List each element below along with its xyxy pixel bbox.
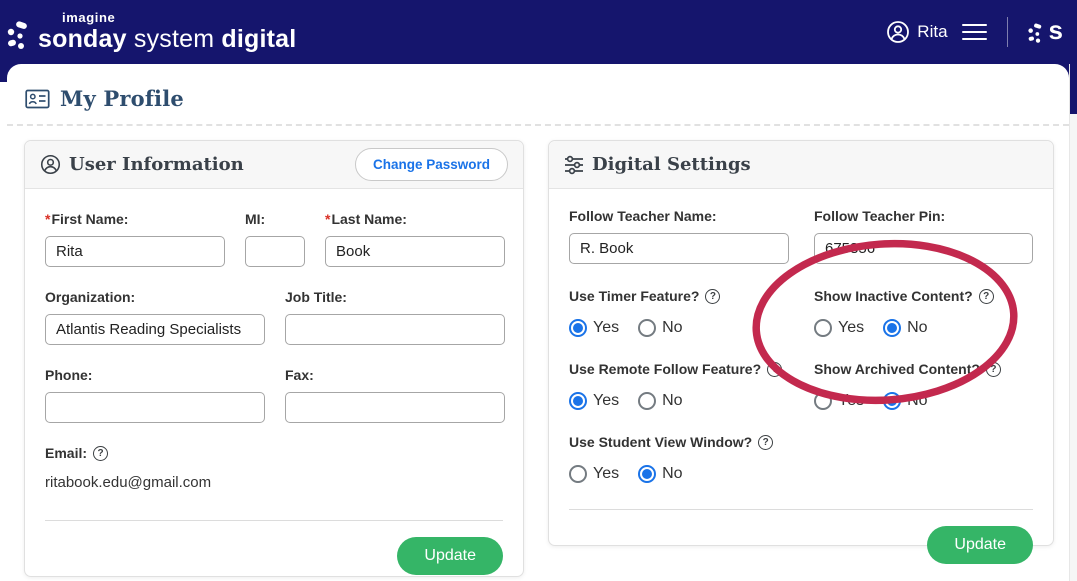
show-inactive-content-label: Show Inactive Content?? — [814, 288, 1033, 304]
student-view-no-radio[interactable]: No — [638, 465, 682, 483]
sliders-icon — [564, 155, 584, 175]
mini-logo-letter: s — [1049, 17, 1063, 47]
top-navigation-bar: imagine sonday system digital Rita — [0, 0, 1077, 64]
use-remote-follow-group: Use Remote Follow Feature?? Yes No — [569, 361, 814, 410]
scrollbar-thumb[interactable] — [1070, 64, 1077, 114]
digital-settings-update-button[interactable]: Update — [927, 526, 1033, 564]
email-help-icon[interactable]: ? — [93, 446, 108, 461]
use-timer-feature-label: Use Timer Feature?? — [569, 288, 814, 304]
organization-label: Organization: — [45, 289, 265, 305]
student-view-yes-radio[interactable]: Yes — [569, 465, 619, 483]
follow-teacher-name-input[interactable] — [569, 233, 789, 264]
archived-help-icon[interactable]: ? — [986, 362, 1001, 377]
first-name-label: *First Name: — [45, 211, 225, 227]
follow-teacher-name-label: Follow Teacher Name: — [569, 208, 814, 224]
hamburger-menu-icon[interactable] — [960, 20, 989, 44]
digital-settings-card: Digital Settings Follow Teacher Name: Fo… — [548, 140, 1054, 546]
email-label: Email: ? — [45, 445, 503, 461]
user-info-update-button[interactable]: Update — [397, 537, 503, 575]
inactive-no-radio[interactable]: No — [883, 319, 927, 337]
first-name-input[interactable] — [45, 236, 225, 267]
sonday-mark-small-icon — [1026, 15, 1046, 49]
use-student-view-group: Use Student View Window?? Yes No — [569, 434, 814, 483]
person-icon — [40, 154, 61, 175]
user-information-title: User Information — [69, 154, 244, 175]
page-header: My Profile — [7, 64, 1069, 111]
fax-input[interactable] — [285, 392, 505, 423]
use-timer-feature-group: Use Timer Feature?? Yes No — [569, 288, 814, 337]
brand-wordmark: sonday system digital — [38, 27, 296, 52]
inactive-help-icon[interactable]: ? — [979, 289, 994, 304]
phone-label: Phone: — [45, 367, 265, 383]
page-title: My Profile — [60, 86, 184, 111]
show-archived-content-group: Show Archived Content?? Yes No — [814, 361, 1033, 410]
job-title-label: Job Title: — [285, 289, 505, 305]
fax-label: Fax: — [285, 367, 505, 383]
phone-input[interactable] — [45, 392, 265, 423]
timer-yes-radio[interactable]: Yes — [569, 319, 619, 337]
use-remote-follow-label: Use Remote Follow Feature?? — [569, 361, 814, 377]
last-name-label: *Last Name: — [325, 211, 505, 227]
follow-teacher-pin-label: Follow Teacher Pin: — [814, 208, 1033, 224]
follow-teacher-pin-input[interactable] — [814, 233, 1033, 264]
digital-settings-left-column: Use Timer Feature?? Yes No Use Remote Fo… — [569, 264, 814, 483]
remote-no-radio[interactable]: No — [638, 392, 682, 410]
sonday-mark-icon — [4, 10, 34, 54]
archived-yes-radio[interactable]: Yes — [814, 392, 864, 410]
user-name: Rita — [917, 22, 947, 42]
last-name-input[interactable] — [325, 236, 505, 267]
page-panel: My Profile User Information Change Passw… — [7, 64, 1069, 581]
remote-yes-radio[interactable]: Yes — [569, 392, 619, 410]
job-title-input[interactable] — [285, 314, 505, 345]
user-information-header: User Information Change Password — [25, 141, 523, 189]
header-divider — [1007, 17, 1008, 47]
digital-settings-right-column: Show Inactive Content?? Yes No Show Arch… — [814, 264, 1033, 483]
inactive-yes-radio[interactable]: Yes — [814, 319, 864, 337]
sonday-mini-logo: s — [1026, 15, 1063, 49]
use-student-view-label: Use Student View Window?? — [569, 434, 814, 450]
user-information-card: User Information Change Password *First … — [24, 140, 524, 577]
scrollbar-track[interactable] — [1069, 64, 1077, 581]
timer-help-icon[interactable]: ? — [705, 289, 720, 304]
archived-no-radio[interactable]: No — [883, 392, 927, 410]
id-card-icon — [25, 88, 50, 110]
mi-label: MI: — [245, 211, 305, 227]
remote-help-icon[interactable]: ? — [767, 362, 782, 377]
digital-settings-title: Digital Settings — [592, 154, 751, 175]
change-password-button[interactable]: Change Password — [355, 148, 508, 181]
show-archived-content-label: Show Archived Content?? — [814, 361, 1033, 377]
user-avatar-icon — [886, 20, 910, 44]
brand-logo[interactable]: imagine sonday system digital — [4, 10, 296, 54]
organization-input[interactable] — [45, 314, 265, 345]
student-view-help-icon[interactable]: ? — [758, 435, 773, 450]
user-menu[interactable]: Rita — [886, 20, 947, 44]
timer-no-radio[interactable]: No — [638, 319, 682, 337]
brand-imagine: imagine — [62, 11, 296, 24]
dashed-separator — [7, 124, 1069, 126]
mi-input[interactable] — [245, 236, 305, 267]
email-value: ritabook.edu@gmail.com — [45, 474, 503, 491]
digital-settings-header: Digital Settings — [549, 141, 1053, 189]
show-inactive-content-group: Show Inactive Content?? Yes No — [814, 288, 1033, 337]
